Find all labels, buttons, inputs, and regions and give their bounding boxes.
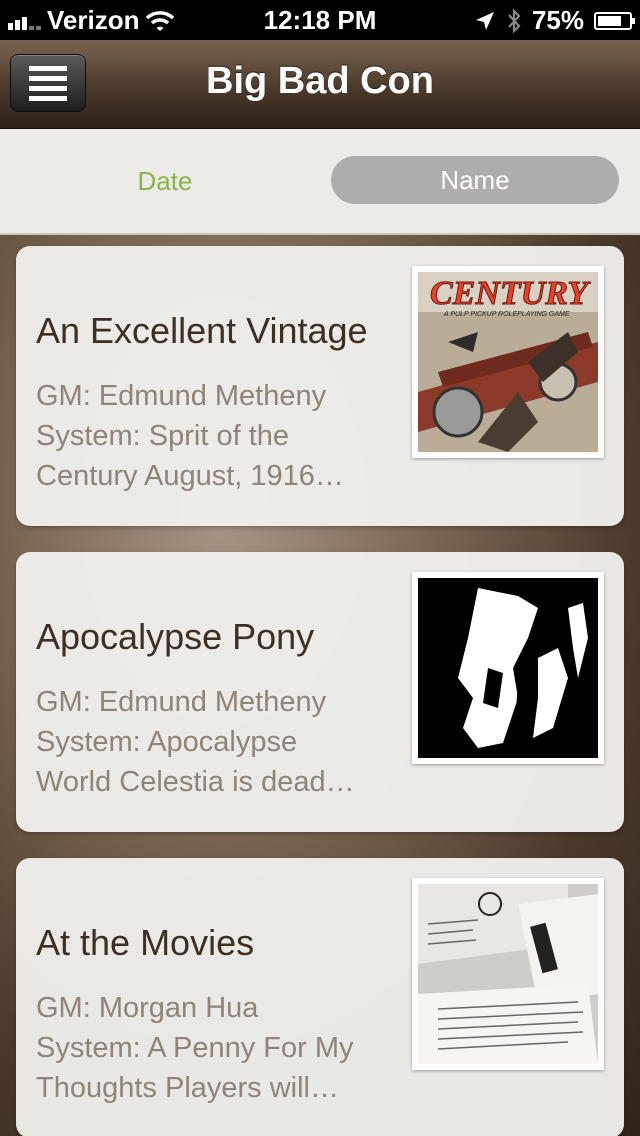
event-thumbnail [412,878,604,1070]
sort-segmented-control: Date Name [0,129,640,235]
penny-for-my-thoughts-cover-image [418,884,598,1064]
event-title: An Excellent Vintage [36,310,368,351]
event-gm-line: GM: Edmund Metheny [36,380,327,412]
page-title: Big Bad Con [206,60,434,102]
sort-by-name-button[interactable]: Name [331,156,619,204]
event-gm-line: GM: Morgan Hua [36,992,259,1024]
event-blurb-line: World Celestia is dead… [36,766,355,798]
event-system-line: System: Apocalypse [36,726,298,758]
cover-title-text: CENTURY [430,275,591,312]
event-title: Apocalypse Pony [36,616,315,657]
status-bar: Verizon 12:18 PM 75% [0,0,640,40]
event-thumbnail: CENTURY A PULP PICKUP ROLEPLAYING GAME [412,266,604,458]
navigation-bar: Big Bad Con [0,40,640,129]
event-card[interactable]: Apocalypse Pony GM: Edmund Metheny Syste… [16,552,624,832]
apocalypse-pony-cover-image [418,578,598,758]
sort-by-date-button[interactable]: Date [30,157,300,205]
event-gm-line: GM: Edmund Metheny [36,686,327,718]
event-system-line: System: A Penny For My [36,1032,354,1064]
event-card[interactable]: An Excellent Vintage GM: Edmund Metheny … [16,246,624,526]
battery-percent: 75% [531,5,584,35]
location-arrow-icon [475,11,494,30]
event-title: At the Movies [36,922,255,963]
event-thumbnail [412,572,604,764]
cover-subtitle-text: A PULP PICKUP ROLEPLAYING GAME [443,311,570,318]
battery-icon [594,11,635,30]
event-blurb-line: Century August, 1916… [36,460,344,492]
event-card[interactable]: At the Movies GM: Morgan Hua System: A P… [16,858,624,1136]
event-description: GM: Edmund Metheny System: Apocalypse Wo… [36,682,396,802]
status-right-group: 75% [474,5,635,36]
event-description: GM: Morgan Hua System: A Penny For My Th… [36,988,396,1108]
battery-fill [598,15,621,26]
bluetooth-icon [508,7,521,34]
spirit-of-the-century-cover-image: CENTURY A PULP PICKUP ROLEPLAYING GAME [418,272,598,452]
event-description: GM: Edmund Metheny System: Sprit of the … [36,376,396,496]
event-blurb-line: Thoughts Players will… [36,1072,339,1104]
event-system-line: System: Sprit of the [36,420,290,452]
